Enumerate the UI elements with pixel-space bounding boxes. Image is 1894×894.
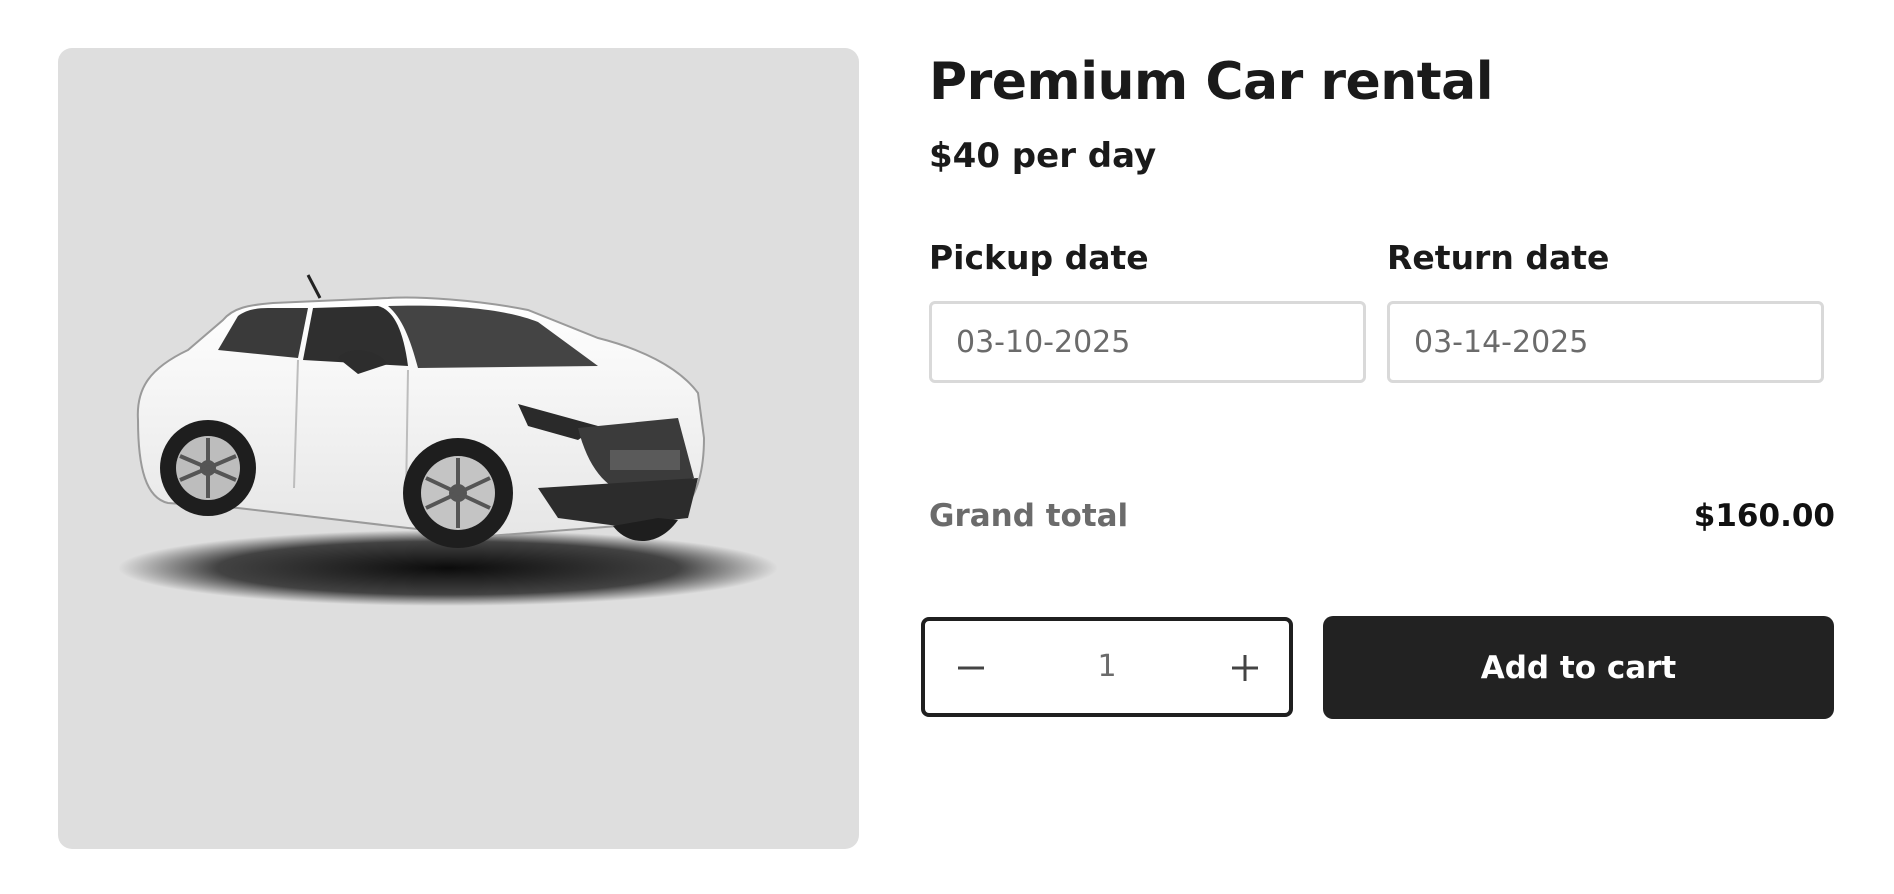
decrease-quantity-button[interactable]: [925, 621, 1015, 713]
product-details: Premium Car rental $40 per day Pickup da…: [921, 0, 1844, 894]
product-image-panel: [58, 48, 859, 849]
quantity-stepper: 1: [921, 617, 1293, 717]
increase-quantity-button[interactable]: [1199, 621, 1289, 713]
return-date-label: Return date: [1387, 238, 1610, 277]
minus-icon: [958, 666, 984, 670]
plus-icon: [1232, 655, 1258, 681]
grand-total-label: Grand total: [929, 498, 1129, 534]
product-page: Premium Car rental $40 per day Pickup da…: [0, 0, 1894, 894]
car-image: [118, 274, 778, 606]
pickup-date-label: Pickup date: [929, 238, 1149, 277]
add-to-cart-button[interactable]: Add to cart: [1323, 616, 1834, 719]
grand-total-value: $160.00: [1693, 498, 1835, 534]
quantity-value[interactable]: 1: [1015, 621, 1199, 713]
product-price: $40 per day: [929, 136, 1157, 176]
return-date-input[interactable]: [1387, 301, 1824, 383]
pickup-date-input[interactable]: [929, 301, 1366, 383]
product-title: Premium Car rental: [929, 52, 1494, 112]
